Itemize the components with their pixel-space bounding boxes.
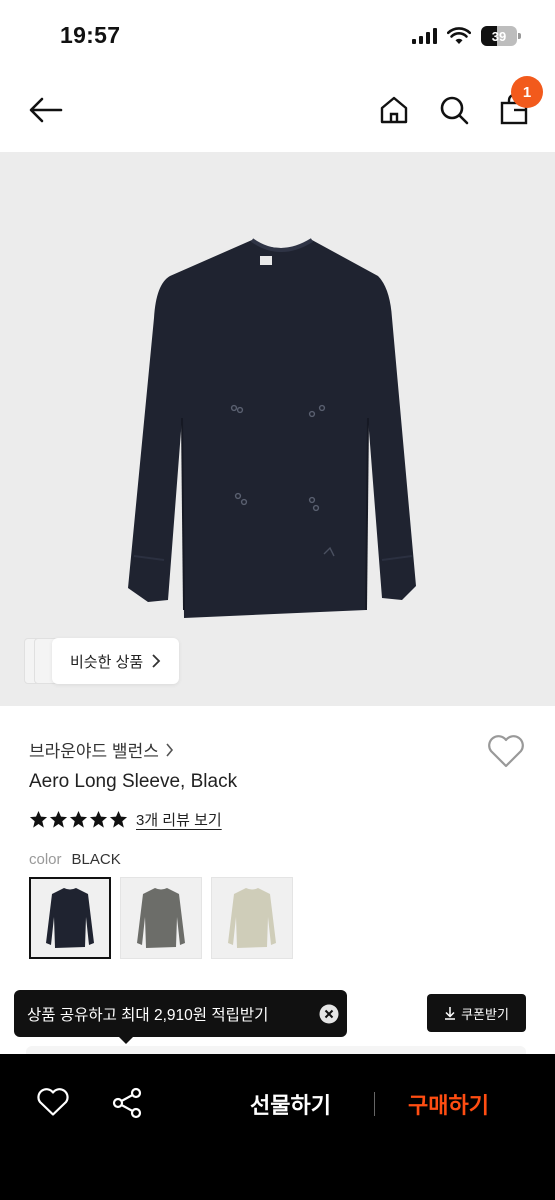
wifi-icon xyxy=(447,27,471,44)
swatch-gray[interactable] xyxy=(120,877,202,959)
divider xyxy=(374,1092,375,1116)
chevron-right-icon xyxy=(166,742,173,757)
star-icon xyxy=(69,810,88,828)
shirt-thumbnail xyxy=(46,888,94,948)
chevron-right-icon xyxy=(152,654,161,668)
review-link[interactable]: 3개 리뷰 보기 xyxy=(136,809,222,830)
star-icon xyxy=(109,810,128,828)
swatch-beige[interactable] xyxy=(211,877,293,959)
status-bar: 19:57 39 xyxy=(0,0,555,70)
share-reward-tooltip: 상품 공유하고 최대 2,910원 적립받기 xyxy=(14,990,347,1037)
swatch-black[interactable] xyxy=(29,877,111,959)
star-icon xyxy=(49,810,68,828)
product-image[interactable]: 비슷한 상품 xyxy=(0,152,555,706)
gift-button[interactable]: 선물하기 xyxy=(250,1088,331,1120)
color-swatches xyxy=(29,877,293,959)
download-icon xyxy=(445,1007,456,1020)
color-value: BLACK xyxy=(71,851,121,868)
close-circle-icon xyxy=(319,1004,339,1023)
heart-icon xyxy=(488,735,524,768)
similar-products-label: 비슷한 상품 xyxy=(70,653,144,671)
bottom-action-bar: 선물하기 구매하기 xyxy=(0,1054,555,1200)
star-icon xyxy=(89,810,108,828)
home-icon xyxy=(380,96,408,124)
coupon-label: 쿠폰받기 xyxy=(461,1006,509,1022)
battery-level: 39 xyxy=(491,28,507,44)
cart-count-badge: 1 xyxy=(511,76,543,108)
product-name: Aero Long Sleeve, Black xyxy=(29,771,238,792)
rating-stars xyxy=(29,810,128,829)
search-button[interactable] xyxy=(432,88,476,132)
back-button[interactable] xyxy=(24,88,68,132)
status-icons: 39 xyxy=(412,26,521,46)
tooltip-text: 상품 공유하고 최대 2,910원 적립받기 xyxy=(27,1006,269,1024)
arrow-left-icon xyxy=(29,97,63,123)
rating-row: 3개 리뷰 보기 xyxy=(29,809,222,830)
search-icon xyxy=(440,96,469,125)
star-icon xyxy=(29,810,48,828)
signal-icon xyxy=(412,28,437,44)
long-sleeve-shirt-image xyxy=(128,238,416,618)
status-time: 19:57 xyxy=(60,22,121,48)
share-icon xyxy=(112,1087,142,1119)
wishlist-button[interactable] xyxy=(486,733,526,774)
buy-button[interactable]: 구매하기 xyxy=(408,1088,489,1120)
brand-link[interactable]: 브라운야드 밸런스 xyxy=(29,737,174,762)
top-nav xyxy=(0,76,555,144)
color-row: color BLACK xyxy=(29,851,121,868)
brand-name: 브라운야드 밸런스 xyxy=(29,742,159,761)
color-label: color xyxy=(29,851,62,868)
bottom-wishlist-button[interactable] xyxy=(36,1087,70,1122)
tooltip-close-button[interactable] xyxy=(311,996,347,1032)
shirt-thumbnail xyxy=(228,888,276,948)
coupon-button[interactable]: 쿠폰받기 xyxy=(427,994,526,1032)
shirt-thumbnail xyxy=(137,888,185,948)
share-button[interactable] xyxy=(110,1087,144,1124)
battery-icon: 39 xyxy=(481,26,521,46)
tooltip-arrow xyxy=(118,1036,134,1044)
heart-icon xyxy=(37,1088,69,1116)
home-button[interactable] xyxy=(372,88,416,132)
similar-products-button[interactable]: 비슷한 상품 xyxy=(52,638,180,684)
